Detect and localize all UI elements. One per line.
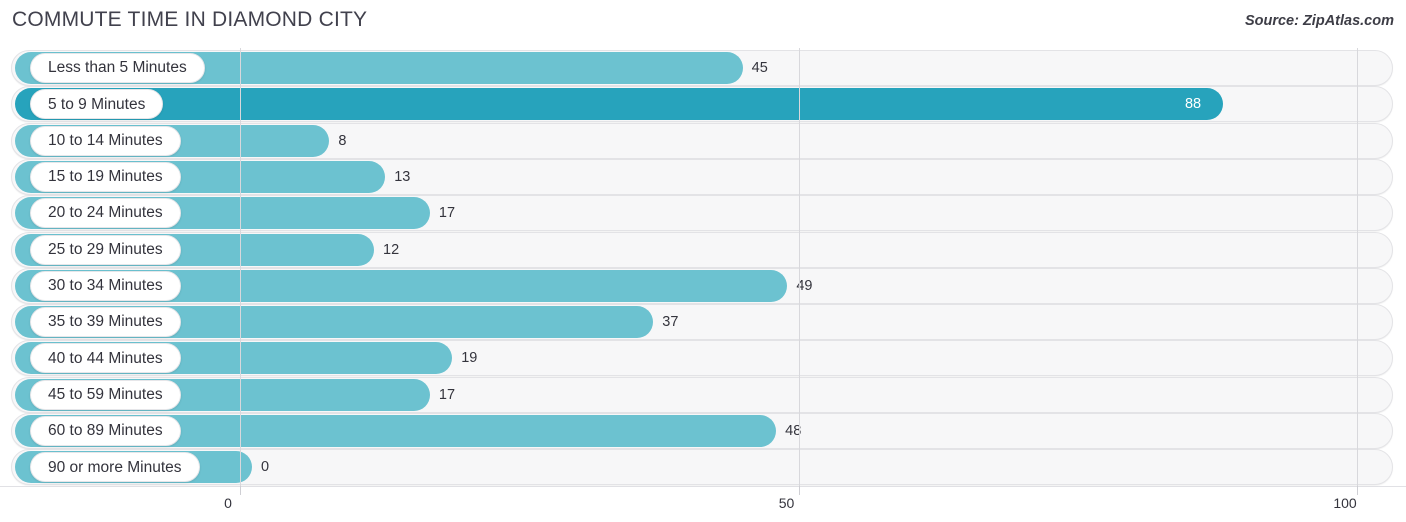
category-label: 15 to 19 Minutes bbox=[48, 168, 163, 186]
page-title: COMMUTE TIME IN DIAMOND CITY bbox=[12, 8, 368, 31]
bar-row[interactable]: 60 to 89 Minutes 48 bbox=[0, 413, 1406, 449]
bar-row[interactable]: 25 to 29 Minutes 12 bbox=[0, 231, 1406, 268]
category-label-pill: 20 to 24 Minutes bbox=[30, 198, 181, 229]
bar-row[interactable]: Less than 5 Minutes 45 bbox=[0, 50, 1406, 86]
x-axis: 0 50 100 bbox=[0, 486, 1406, 522]
category-label-pill: Less than 5 Minutes bbox=[30, 53, 205, 83]
category-label: 45 to 59 Minutes bbox=[48, 385, 163, 403]
value-label: 19 bbox=[461, 350, 478, 367]
value-label: 8 bbox=[338, 132, 347, 149]
bar-row[interactable]: 35 to 39 Minutes 37 bbox=[0, 304, 1406, 341]
category-label: 40 to 44 Minutes bbox=[48, 349, 163, 367]
value-label: 48 bbox=[785, 423, 802, 439]
axis-tick-mark bbox=[1357, 486, 1358, 495]
category-label-pill: 5 to 9 Minutes bbox=[30, 89, 164, 120]
bar-row[interactable]: 15 to 19 Minutes 13 bbox=[0, 158, 1406, 195]
value-label: 17 bbox=[438, 205, 456, 222]
bar-row[interactable]: 20 to 24 Minutes 17 bbox=[0, 195, 1406, 232]
bar-row[interactable]: 30 to 34 Minutes 49 bbox=[0, 267, 1406, 304]
category-label-pill: 25 to 29 Minutes bbox=[30, 234, 181, 265]
bar-row[interactable]: 10 to 14 Minutes 8 bbox=[0, 122, 1406, 159]
category-label: 90 or more Minutes bbox=[48, 458, 182, 476]
bar-row[interactable]: 5 to 9 Minutes 88 bbox=[0, 86, 1406, 123]
bar-rows: Less than 5 Minutes 45 5 to 9 Minutes 88 10 … bbox=[0, 48, 1406, 486]
value-label: 88 bbox=[1184, 96, 1202, 113]
value-label: 13 bbox=[394, 168, 411, 185]
category-label-pill: 15 to 19 Minutes bbox=[30, 161, 181, 192]
category-label: 5 to 9 Minutes bbox=[48, 95, 146, 113]
value-label: 37 bbox=[662, 314, 679, 331]
category-label-pill: 10 to 14 Minutes bbox=[30, 125, 181, 156]
axis-line bbox=[0, 486, 1406, 487]
value-bar[interactable] bbox=[15, 88, 1223, 121]
category-label: 30 to 34 Minutes bbox=[48, 277, 163, 295]
category-label: Less than 5 Minutes bbox=[48, 59, 187, 77]
axis-tick-label: 0 bbox=[224, 495, 232, 511]
axis-tick-mark bbox=[240, 486, 241, 495]
category-label: 35 to 39 Minutes bbox=[48, 313, 163, 331]
category-label-pill: 40 to 44 Minutes bbox=[30, 343, 181, 374]
bar-row[interactable]: 90 or more Minutes 0 bbox=[0, 449, 1406, 486]
category-label: 10 to 14 Minutes bbox=[48, 131, 163, 149]
category-label-pill: 45 to 59 Minutes bbox=[30, 379, 181, 410]
value-label: 0 bbox=[261, 459, 270, 476]
axis-tick-mark bbox=[798, 486, 800, 495]
category-label-pill: 90 or more Minutes bbox=[30, 452, 200, 483]
value-label: 17 bbox=[438, 386, 456, 403]
value-label: 45 bbox=[751, 60, 768, 76]
chart-plot-area: Less than 5 Minutes 45 5 to 9 Minutes 88 10 … bbox=[0, 48, 1406, 486]
category-label-pill: 35 to 39 Minutes bbox=[30, 307, 181, 338]
bar-row[interactable]: 40 to 44 Minutes 19 bbox=[0, 340, 1406, 377]
value-label: 49 bbox=[796, 277, 813, 294]
category-label: 20 to 24 Minutes bbox=[48, 204, 163, 222]
bar-row[interactable]: 45 to 59 Minutes 17 bbox=[0, 376, 1406, 413]
value-label: 12 bbox=[383, 241, 400, 258]
category-label: 60 to 89 Minutes bbox=[48, 422, 163, 440]
axis-tick-label: 50 bbox=[778, 495, 795, 511]
category-label: 25 to 29 Minutes bbox=[48, 240, 163, 258]
category-label-pill: 30 to 34 Minutes bbox=[30, 270, 181, 301]
source-attribution: Source: ZipAtlas.com bbox=[1244, 13, 1394, 29]
axis-tick-label: 100 bbox=[1333, 495, 1357, 511]
category-label-pill: 60 to 89 Minutes bbox=[30, 416, 181, 446]
